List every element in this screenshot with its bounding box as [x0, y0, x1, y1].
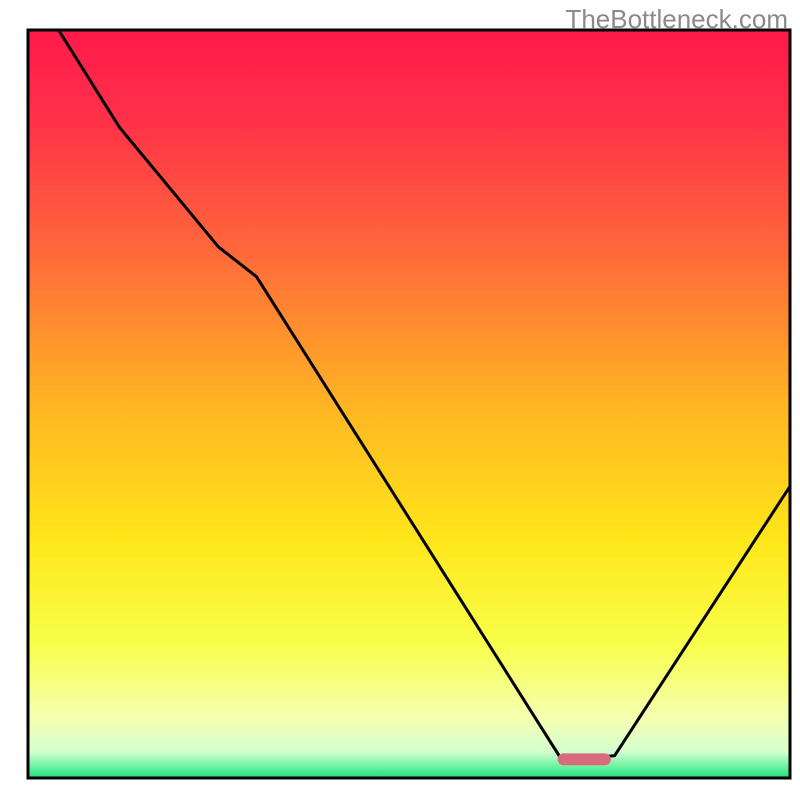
- heatmap-plot: [0, 0, 800, 800]
- watermark-text: TheBottleneck.com: [565, 4, 788, 35]
- chart-stage: TheBottleneck.com: [0, 0, 800, 800]
- optimal-range-marker: [558, 753, 611, 765]
- gradient-background: [28, 30, 790, 778]
